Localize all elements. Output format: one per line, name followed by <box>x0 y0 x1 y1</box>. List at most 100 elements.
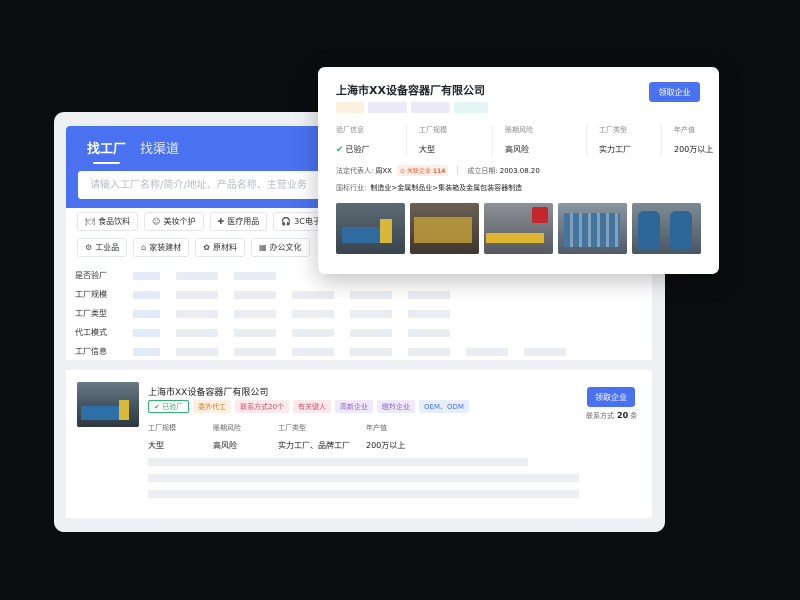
established-label: 成立日期: <box>467 166 498 175</box>
filter-row: 工厂规模 <box>75 285 582 304</box>
category-chip[interactable]: ☺ 美妆个护 <box>144 212 204 231</box>
tag: 有关键人 <box>293 400 332 413</box>
stat-value-text: 已验厂 <box>345 145 370 154</box>
filter-option[interactable] <box>133 309 160 318</box>
filter-option[interactable] <box>408 328 450 337</box>
tag: OEM、ODM <box>419 400 469 413</box>
factory-photo[interactable] <box>410 203 479 254</box>
medical-icon: ✚ <box>217 217 225 226</box>
stat-value: 高风险 <box>505 145 529 154</box>
factory-photo[interactable] <box>632 203 701 254</box>
industry-info: 国标行业: 制造业>金属制品业>集装箱及金属包装容器制造 <box>336 183 522 193</box>
verified-badge: ✔ 已验厂 <box>148 400 190 413</box>
legal-rep-value: 周XX <box>375 166 392 175</box>
filter-option[interactable] <box>234 271 276 280</box>
filter-option[interactable] <box>408 347 450 356</box>
chip-label: 美妆个护 <box>163 217 196 226</box>
filter-option[interactable] <box>350 347 392 356</box>
claim-company-button[interactable]: 领取企业 <box>649 82 700 102</box>
stat-value: ✔ 已验厂 <box>336 144 406 155</box>
claim-company-button[interactable]: 领取企业 <box>587 387 635 407</box>
filter-option[interactable] <box>292 309 334 318</box>
stat-label: 工厂规模 <box>419 126 447 134</box>
filter-option[interactable] <box>176 328 218 337</box>
furniture-icon: ⌂ <box>141 243 147 252</box>
filter-option[interactable] <box>408 309 450 318</box>
tab-find-factory[interactable]: 找工厂 <box>87 138 126 164</box>
filter-option[interactable] <box>350 290 392 299</box>
filter-label: 工厂类型 <box>75 309 107 318</box>
category-chip[interactable]: ⌂ 家装建材 <box>133 238 190 257</box>
category-chip[interactable]: ▦ 办公文化 <box>250 238 310 257</box>
tag-placeholder <box>411 102 450 113</box>
legal-info: 法定代表人: 周XX ⊙ 关联企业 114 成立日期: 2003.08.20 <box>336 165 540 176</box>
filter-option[interactable] <box>408 290 450 299</box>
stat-label: 工厂规模 <box>148 424 176 432</box>
result-company-name[interactable]: 上海市XX设备容器厂有限公司 <box>148 385 268 398</box>
filter-label: 是否验厂 <box>75 271 107 280</box>
stat: 年产值 200万以上 <box>366 423 431 451</box>
stat-value: 高风险 <box>213 441 237 450</box>
category-chip[interactable]: 🍽 食品饮料 <box>77 212 139 231</box>
link-icon: ⊙ <box>399 168 405 175</box>
established-value: 2003.08.20 <box>499 166 540 175</box>
factory-thumbnail[interactable] <box>77 382 139 427</box>
filter-option[interactable] <box>176 271 218 280</box>
factory-photo[interactable] <box>558 203 627 254</box>
food-icon: 🍽 <box>85 217 96 226</box>
tag: 高新企业 <box>335 400 374 413</box>
filter-option[interactable] <box>466 347 508 356</box>
office-icon: ▦ <box>258 243 267 252</box>
stat-value: 实力工厂、品牌工厂 <box>278 441 350 450</box>
filter-option[interactable] <box>176 347 218 356</box>
filter-option[interactable] <box>133 347 160 356</box>
chip-label: 工业品 <box>95 243 120 252</box>
related-companies-badge[interactable]: ⊙ 关联企业 114 <box>396 165 449 176</box>
filter-row: 工厂类型 <box>75 304 582 323</box>
filter-option[interactable] <box>133 328 160 337</box>
filter-option[interactable] <box>176 309 218 318</box>
stat-value: 200万以上 <box>366 441 406 450</box>
related-label: 关联企业 <box>406 168 431 175</box>
filter-option[interactable] <box>133 290 160 299</box>
industry-label: 国标行业: <box>336 184 367 192</box>
stat-label: 工厂类型 <box>599 126 627 134</box>
tab-find-channel[interactable]: 找渠道 <box>140 138 179 157</box>
filter-option[interactable] <box>292 290 334 299</box>
category-chip[interactable]: ⚙ 工业品 <box>77 238 128 257</box>
filter-option[interactable] <box>234 290 276 299</box>
industrial-icon: ⚙ <box>85 243 93 252</box>
filter-option[interactable] <box>524 347 566 356</box>
filter-option[interactable] <box>234 309 276 318</box>
factory-photo[interactable] <box>484 203 553 254</box>
stat-value: 200万以上 <box>674 145 714 154</box>
filter-option[interactable] <box>292 347 334 356</box>
placeholder-line <box>148 458 528 466</box>
filter-option[interactable] <box>133 271 160 280</box>
category-row-2: ⚙ 工业品 ⌂ 家装建材 ✿ 原材料 ▦ 办公文化 <box>77 238 357 257</box>
popup-company-name[interactable]: 上海市XX设备容器厂有限公司 <box>336 82 485 98</box>
search-tabs: 找工厂 找渠道 <box>87 138 179 164</box>
result-card[interactable]: 上海市XX设备容器厂有限公司 ✔ 已验厂 委外代工 联系方式20个 有关键人 高… <box>66 370 652 518</box>
material-icon: ✿ <box>203 243 210 252</box>
company-detail-popup: 上海市XX设备容器厂有限公司 领取企业 验厂信息 ✔ 已验厂 工厂规模 大型 賬期风险… <box>318 67 719 274</box>
filter-option[interactable] <box>176 290 218 299</box>
filter-option[interactable] <box>292 328 334 337</box>
result-stats: 工厂规模 大型 賬期风险 高风险 工厂类型 实力工厂、品牌工厂 年产值 200万以上 <box>148 423 431 451</box>
filter-option[interactable] <box>350 328 392 337</box>
legal-rep-label: 法定代表人: <box>336 166 374 175</box>
filter-option[interactable] <box>350 309 392 318</box>
filter-option[interactable] <box>234 347 276 356</box>
stat: 工厂规模 大型 <box>148 423 213 451</box>
filter-label: 代工模式 <box>75 328 107 337</box>
filter-rows: 是否验厂 工厂规模 工厂类型 代工模式 工厂信息 <box>75 266 582 361</box>
factory-photo[interactable] <box>336 203 405 254</box>
stat-label: 年产值 <box>366 424 387 432</box>
related-count: 114 <box>432 168 446 175</box>
filter-option[interactable] <box>234 328 276 337</box>
category-chip[interactable]: ✚ 医疗用品 <box>209 212 268 231</box>
divider <box>457 166 459 175</box>
stat: 年产值 200万以上 <box>661 125 747 155</box>
category-chip[interactable]: ✿ 原材料 <box>195 238 245 257</box>
check-icon: ✔ <box>154 402 160 411</box>
